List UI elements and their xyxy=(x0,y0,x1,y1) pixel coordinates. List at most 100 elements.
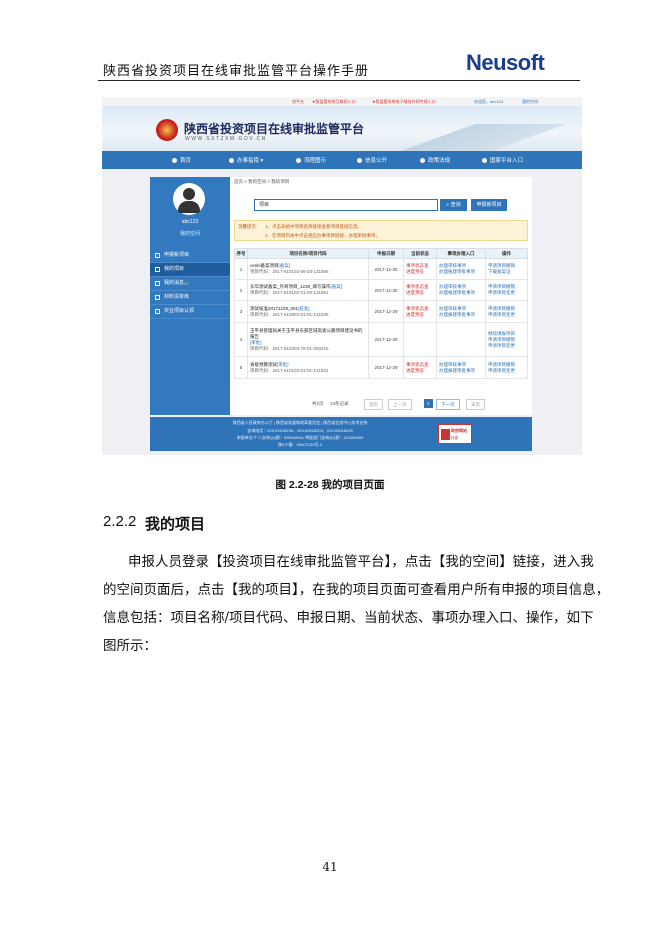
site-banner: 陕西省投资项目在线审批监管平台 WWW.SXTZXM.GOV.CN xyxy=(102,106,582,151)
topbar-my-space[interactable]: 我的空间 xyxy=(522,99,538,105)
footer-line-4: 陕ICP备：05007139号-3 xyxy=(277,442,323,447)
row-no: 4 xyxy=(234,322,248,357)
site-url: WWW.SXTZXM.GOV.CN xyxy=(185,136,267,142)
sidebar-item-materials[interactable]: 材料清单库 xyxy=(150,291,230,305)
table-row: 5 省级预算测试[审批] 项目代码：2017-610102-01-01-13183… xyxy=(234,356,528,379)
gov-badge-report: 找错 xyxy=(451,436,458,440)
info-icon xyxy=(357,158,362,163)
progress-preview-link[interactable]: 进度预览 xyxy=(406,269,434,275)
row-no: 5 xyxy=(234,356,248,379)
nav-guide[interactable]: 办事指南 ▾ xyxy=(229,156,263,164)
row-status: 事项状态查 进度预览 xyxy=(403,258,437,280)
col-status: 当前状态 xyxy=(403,248,437,259)
pager-next[interactable]: 下一页 xyxy=(436,399,460,410)
gov-site-badge[interactable]: 政府网站 找错 xyxy=(438,424,472,444)
sidebar-item-agri-claim[interactable]: 农业项目认领 xyxy=(150,305,230,319)
footer-line-3: 申报单位/个人咨询QQ群：535348941 审批部门咨询QQ群：4242825… xyxy=(236,435,364,440)
row-entry: 办理审核事项 办理报建审批事项 xyxy=(436,279,486,301)
materials-icon xyxy=(155,295,160,300)
row-ops: 继续填报项目 申请项目撤销 申请项目变更 xyxy=(485,322,528,357)
col-date: 申报日期 xyxy=(368,248,404,259)
nav-info[interactable]: 信息公开 xyxy=(357,156,387,164)
row-date: 2017-12-30 xyxy=(368,279,404,301)
side-menu: 申报新项目 我的项目 我的消息99 材料清单库 农业项目认领 xyxy=(150,249,230,319)
op-link[interactable]: 申请项目变更 xyxy=(488,343,525,349)
handle-approval-link[interactable]: 办理报建审批事项 xyxy=(439,290,483,296)
policy-icon xyxy=(420,158,425,163)
row-project: ceshi备案项目[备案] 项目代码：2017-610102-06-03-1318… xyxy=(247,258,369,280)
row-ops: 申请项目撤销 申请项目变更 xyxy=(485,279,528,301)
tip-line-1: 1、点击表格中项目名称链接查看项目基础信息。 xyxy=(265,224,363,229)
paragraph-line: 申报人员登录【投资项目在线审批监管平台】，点击【我的空间】链接，进入我 xyxy=(128,554,594,570)
row-no: 3 xyxy=(234,300,248,323)
row-status: 事项状态查 进度预览 xyxy=(403,356,437,379)
tip-label: 温馨提示： xyxy=(238,224,261,229)
row-ops: 申请项目撤销 下载备案证 xyxy=(485,258,528,280)
breadcrumb: 首页 > 我的空间 > 我的项目 xyxy=(234,179,290,184)
user-space-link[interactable]: 我的空间 xyxy=(150,230,230,237)
topbar-user: 欢迎您，abc123 xyxy=(474,99,504,104)
col-name: 项目名称/项目代码 xyxy=(247,248,369,259)
section-title: 我的项目 xyxy=(145,515,206,533)
row-ops: 申请项目撤销 申请项目变更 xyxy=(485,300,528,323)
page-number: 41 xyxy=(322,860,338,874)
sidebar: abc123 我的空间 申报新项目 我的项目 我的消息99 材料清单库 农业项目… xyxy=(150,177,230,415)
progress-preview-link[interactable]: 进度预览 xyxy=(406,290,434,296)
search-input[interactable]: 项目 xyxy=(254,199,438,211)
sidebar-item-new-project[interactable]: 申报新项目 xyxy=(150,249,230,263)
col-ops: 操作 xyxy=(485,248,528,259)
project-code: 项目代码：2017-610203-78-01-000416 xyxy=(250,345,329,351)
project-name-link[interactable]: 玉平县管理局关于玉平县东部区域高速公路项目建议书的报告 [审批] xyxy=(250,328,366,346)
tip-line-2: 2、在项目列表中点击相应办事项目链接，办理审批事项。 xyxy=(265,233,381,238)
row-status: 事项状态查 进度预览 xyxy=(403,300,437,323)
progress-preview-link[interactable]: 进度预览 xyxy=(406,368,434,374)
op-link[interactable]: 申请项目变更 xyxy=(488,290,525,296)
table-header: 序号 项目名称/项目代码 申报日期 当前状态 事项办理入口 操作 xyxy=(234,248,528,259)
neusoft-logo: Neusoft xyxy=(466,50,545,75)
new-project-icon xyxy=(155,253,160,258)
pager-total: 共3页 xyxy=(312,401,324,406)
op-link[interactable]: 申请项目变更 xyxy=(488,368,525,374)
pager-last[interactable]: 末页 xyxy=(466,399,485,410)
project-name-link[interactable]: ceshi备案项目[备案] xyxy=(250,263,290,268)
pager-records: 13条记录 xyxy=(330,401,349,406)
my-projects-icon xyxy=(155,267,160,272)
row-date: 2017-12-29 xyxy=(368,356,404,379)
topbar-link-egov[interactable]: ★智监管系统电子政务外网专线入口 xyxy=(372,99,436,105)
nav-home[interactable]: 首页 xyxy=(172,156,191,164)
message-count-badge: 99 xyxy=(184,281,189,286)
op-link[interactable]: 下载备案证 xyxy=(488,269,525,275)
pager-prev[interactable]: 上一页 xyxy=(388,399,412,410)
row-project: 测试核准20171229_001[核准] 项目代码：2017-610802-01-… xyxy=(247,300,369,323)
project-name-link[interactable]: 东华测试备案_外商项目_1239_填写操作[备案] xyxy=(250,284,342,289)
nav-flow[interactable]: 流程图示 xyxy=(296,156,326,164)
row-entry: 办理审核事项 办理报建审批事项 xyxy=(436,300,486,323)
nav-national[interactable]: 国家平台入口 xyxy=(482,156,523,164)
pager-current[interactable]: 1 xyxy=(424,399,433,408)
site-title: 陕西省投资项目在线审批监管平台 xyxy=(184,122,365,136)
table-row: 2 东华测试备案_外商项目_1239_填写操作[备案] 项目代码：2017-610… xyxy=(234,279,528,301)
topbar-link-platform[interactable]: 进平台 xyxy=(292,99,304,105)
topbar-link-internet[interactable]: ★智监管系统互联网入口 xyxy=(312,99,356,105)
sidebar-item-my-projects[interactable]: 我的项目 xyxy=(150,263,230,277)
handle-approval-link[interactable]: 办理报建审批事项 xyxy=(439,312,483,318)
row-date: 2017-12-29 xyxy=(368,322,404,357)
new-project-button[interactable]: 申报新项目 xyxy=(471,199,507,211)
main-nav: 首页 办事指南 ▾ 流程图示 信息公开 政策法规 国家平台入口 xyxy=(102,151,582,169)
handle-approval-link[interactable]: 办理报建审批事项 xyxy=(439,368,483,374)
query-button[interactable]: ⌕ 查询 xyxy=(440,199,467,211)
nav-policy[interactable]: 政策法规 xyxy=(420,156,450,164)
project-name-link[interactable]: 测试核准20171229_001[核准] xyxy=(250,306,310,311)
flow-icon xyxy=(296,158,301,163)
progress-preview-link[interactable]: 进度预览 xyxy=(406,312,434,318)
handle-approval-link[interactable]: 办理报建审批事项 xyxy=(439,269,483,275)
sidebar-item-my-messages[interactable]: 我的消息99 xyxy=(150,277,230,291)
row-status: 事项状态查 进度预览 xyxy=(403,279,437,301)
gov-badge-text: 政府网站 xyxy=(451,428,467,433)
op-link[interactable]: 申请项目变更 xyxy=(488,312,525,318)
pager-first[interactable]: 首页 xyxy=(364,399,383,410)
row-entry xyxy=(436,322,486,357)
table-row: 4 玉平县管理局关于玉平县东部区域高速公路项目建议书的报告 [审批] 项目代码：20… xyxy=(234,322,528,357)
table-row: 3 测试核准20171229_001[核准] 项目代码：2017-610802-0… xyxy=(234,300,528,323)
project-name-link[interactable]: 省级预算测试[审批] xyxy=(250,362,289,367)
